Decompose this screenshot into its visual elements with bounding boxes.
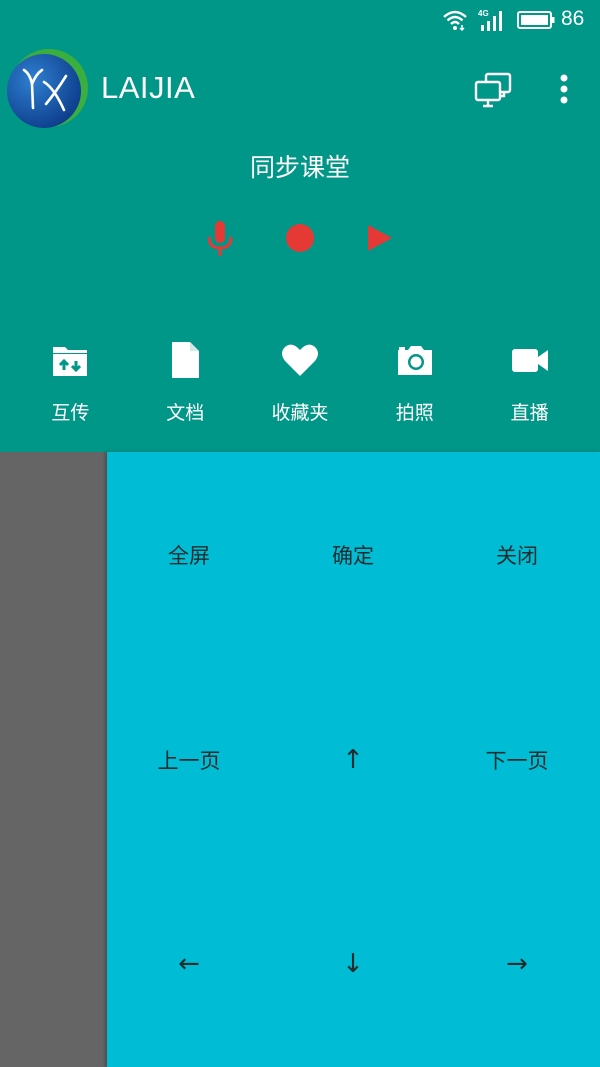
battery-icon [517, 11, 555, 29]
tool-label: 拍照 [395, 402, 434, 424]
media-controls [0, 218, 600, 258]
app-title: LAIJIA [101, 70, 196, 105]
tool-label: 互传 [51, 402, 90, 424]
header-area: 4G 86 LAIJIA 同步课堂 互传 文档 收藏夹 拍照 直播 [0, 0, 600, 452]
close-button[interactable]: 关闭 [435, 540, 599, 570]
tool-label: 直播 [510, 402, 549, 424]
play-icon[interactable] [360, 218, 400, 258]
fullscreen-button[interactable]: 全屏 [107, 540, 271, 570]
cast-screen-icon[interactable] [472, 70, 516, 110]
tool-favorites[interactable]: 收藏夹 [243, 340, 358, 430]
folder-transfer-icon [53, 347, 88, 376]
wifi-icon [443, 10, 467, 32]
tool-transfer[interactable]: 互传 [13, 340, 128, 430]
previous-page-button[interactable]: 上一页 [107, 745, 271, 775]
record-icon[interactable] [280, 218, 320, 258]
tool-label: 收藏夹 [271, 402, 329, 424]
tool-photo[interactable]: 拍照 [357, 340, 472, 430]
side-panel [0, 452, 107, 1067]
camera-icon [397, 346, 432, 375]
tool-label: 文档 [166, 402, 205, 424]
app-logo [7, 49, 88, 128]
down-arrow-button[interactable]: ↓ [271, 949, 435, 979]
tool-live[interactable]: 直播 [472, 340, 587, 430]
session-title: 同步课堂 [249, 153, 350, 182]
confirm-button[interactable]: 确定 [271, 540, 435, 570]
video-camera-icon [511, 349, 548, 372]
next-page-button[interactable]: 下一页 [435, 745, 599, 775]
left-arrow-button[interactable]: ← [107, 949, 271, 979]
tool-bar: 互传 文档 收藏夹 拍照 直播 [13, 340, 587, 430]
cellular-signal-icon: 4G [478, 9, 502, 31]
more-vert-icon[interactable] [552, 70, 576, 110]
status-bar: 4G 86 [0, 0, 600, 40]
up-arrow-button[interactable]: ↑ [271, 745, 435, 775]
tool-document[interactable]: 文档 [128, 340, 243, 430]
battery-level: 86 [561, 7, 585, 30]
document-icon [172, 342, 200, 378]
microphone-icon[interactable] [200, 218, 240, 258]
network-type-label: 4G [478, 9, 489, 18]
right-arrow-button[interactable]: → [435, 949, 599, 979]
heart-icon [281, 344, 318, 376]
remote-control-pad: 全屏 确定 关闭 上一页 ↑ 下一页 ← ↓ → [107, 452, 600, 1067]
